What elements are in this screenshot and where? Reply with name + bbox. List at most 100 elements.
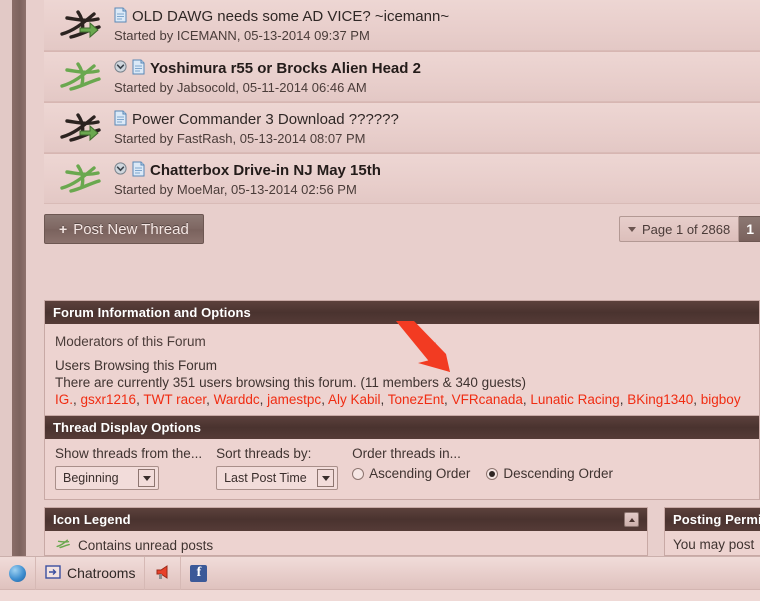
- browsing-user-link[interactable]: Aly Kabil: [328, 392, 381, 407]
- thread-page-icon: [132, 161, 145, 180]
- facebook-icon: f: [190, 564, 208, 582]
- taskbar: Chatrooms f: [0, 556, 760, 601]
- page-left-gutter: [0, 0, 12, 556]
- runner-unread-icon: [58, 164, 102, 194]
- thread-started-by: Started by ICEMANN, 05-13-2014 09:37 PM: [114, 28, 370, 43]
- page-left-border-stripe: [12, 0, 26, 556]
- descending-order-radio[interactable]: Descending Order: [486, 466, 613, 481]
- browsing-user-link[interactable]: jamestpc: [267, 392, 321, 407]
- taskbar-tray: [0, 590, 760, 601]
- thread-meta: Power Commander 3 Download ?????? Started…: [114, 108, 760, 146]
- thread-action-bar: + Post New Thread Page 1 of 2868 1: [44, 207, 760, 255]
- radio-indicator: [486, 467, 499, 480]
- browsing-user-link[interactable]: gsxr1216: [81, 392, 137, 407]
- legend-item-label: Contains unread posts: [78, 537, 214, 553]
- runner-read-icon: [58, 113, 102, 143]
- thread-list: OLD DAWG needs some AD VICE? ~icemann~ St…: [44, 0, 760, 204]
- thread-title-row: Chatterbox Drive-in NJ May 15th: [114, 159, 760, 181]
- posting-permissions-line: You may post: [673, 537, 755, 552]
- chevron-down-icon: [628, 226, 636, 232]
- forum-information-panel: Forum Information and Options Moderators…: [44, 300, 760, 420]
- page-jump-label: Page 1 of 2868: [642, 221, 731, 237]
- forum-information-header: Forum Information and Options: [45, 301, 759, 324]
- legend-item: Contains unread posts: [55, 537, 637, 553]
- thread-title-link[interactable]: OLD DAWG needs some AD VICE? ~icemann~: [132, 8, 449, 25]
- ascending-order-radio[interactable]: Ascending Order: [352, 466, 470, 481]
- taskbar-strip: Chatrooms f: [0, 556, 760, 590]
- thread-row[interactable]: OLD DAWG needs some AD VICE? ~icemann~ St…: [44, 0, 760, 51]
- users-browsing-label: Users Browsing this Forum: [55, 358, 218, 373]
- browsing-user-link[interactable]: IG.: [55, 392, 73, 407]
- page-jump-dropdown[interactable]: Page 1 of 2868: [619, 216, 740, 242]
- thread-title-link[interactable]: Power Commander 3 Download ??????: [132, 111, 399, 128]
- order-threads-radios: Ascending Order Descending Order: [352, 466, 613, 481]
- thread-dot-icon: [114, 60, 127, 76]
- post-new-thread-label: Post New Thread: [73, 220, 189, 238]
- descending-order-label: Descending Order: [503, 466, 613, 481]
- order-threads-group: Order threads in... Ascending Order Desc…: [352, 446, 613, 481]
- icon-legend-body: Contains unread posts: [45, 531, 647, 555]
- thread-meta: OLD DAWG needs some AD VICE? ~icemann~ St…: [114, 5, 760, 43]
- megaphone-icon: [154, 564, 171, 583]
- forum-information-title: Forum Information and Options: [53, 305, 251, 320]
- thread-started-by: Started by FastRash, 05-13-2014 08:07 PM: [114, 131, 366, 146]
- browser-globe-button[interactable]: [0, 556, 36, 590]
- thread-meta: Chatterbox Drive-in NJ May 15th Started b…: [114, 159, 760, 197]
- thread-started-by: Started by MoeMar, 05-13-2014 02:56 PM: [114, 182, 357, 197]
- collapse-icon-legend-button[interactable]: [624, 512, 639, 527]
- browsing-user-link[interactable]: BKing1340: [627, 392, 693, 407]
- thread-row[interactable]: Power Commander 3 Download ?????? Started…: [44, 102, 760, 153]
- sort-threads-value: Last Post Time: [224, 471, 307, 485]
- browsing-user-link[interactable]: Warddc: [214, 392, 260, 407]
- browsing-users-list: IG., gsxr1216, TWT racer, Warddc, jamest…: [55, 392, 741, 407]
- sort-threads-select[interactable]: Last Post Time: [216, 466, 339, 490]
- thread-display-options-body: Show threads from the... Beginning Sort …: [45, 439, 759, 499]
- runner-unread-icon: [55, 537, 71, 553]
- browsing-user-link[interactable]: TonezEnt: [388, 392, 444, 407]
- icon-legend-panel: Icon Legend Contains unread posts: [44, 507, 648, 556]
- show-threads-label: Show threads from the...: [55, 446, 203, 461]
- chatrooms-button[interactable]: Chatrooms: [36, 556, 146, 590]
- chatrooms-label: Chatrooms: [67, 565, 136, 581]
- thread-page-icon: [132, 59, 145, 78]
- chevron-down-icon: [138, 469, 155, 487]
- megaphone-button[interactable]: [145, 556, 182, 590]
- icon-legend-header: Icon Legend: [45, 508, 647, 531]
- thread-page-icon: [114, 7, 127, 26]
- thread-meta: Yoshimura r55 or Brocks Alien Head 2 Star…: [114, 57, 760, 95]
- show-threads-group: Show threads from the... Beginning: [55, 446, 202, 490]
- page-number-button[interactable]: 1: [739, 216, 760, 242]
- thread-row[interactable]: Chatterbox Drive-in NJ May 15th Started b…: [44, 153, 760, 204]
- ascending-order-label: Ascending Order: [369, 466, 471, 481]
- forum-information-body: Moderators of this Forum Users Browsing …: [45, 324, 759, 419]
- thread-title-row: Power Commander 3 Download ??????: [114, 108, 760, 130]
- browsing-user-link[interactable]: Lunatic Racing: [530, 392, 619, 407]
- show-threads-value: Beginning: [63, 471, 119, 485]
- facebook-button[interactable]: f: [181, 557, 216, 590]
- browser-globe-icon: [9, 564, 26, 582]
- browsing-user-link[interactable]: VFRcanada: [452, 392, 523, 407]
- posting-permissions-title: Posting Permi: [673, 512, 760, 527]
- thread-row[interactable]: Yoshimura r55 or Brocks Alien Head 2 Star…: [44, 51, 760, 102]
- thread-page-icon: [114, 110, 127, 129]
- thread-started-by: Started by Jabsocold, 05-11-2014 06:46 A…: [114, 80, 367, 95]
- browsing-user-link[interactable]: bigboy: [701, 392, 741, 407]
- sort-threads-group: Sort threads by: Last Post Time: [216, 446, 339, 490]
- pagination-controls: Page 1 of 2868 1: [619, 216, 760, 242]
- post-new-thread-button[interactable]: + Post New Thread: [44, 214, 204, 244]
- posting-permissions-header: Posting Permi: [665, 508, 760, 531]
- users-browsing-count: There are currently 351 users browsing t…: [55, 375, 526, 390]
- posting-permissions-body: You may post: [665, 531, 760, 555]
- show-threads-select[interactable]: Beginning: [55, 466, 159, 490]
- thread-title-link[interactable]: Chatterbox Drive-in NJ May 15th: [150, 162, 381, 179]
- runner-unread-icon: [58, 62, 102, 92]
- posting-permissions-panel: Posting Permi You may post: [664, 507, 760, 556]
- chevron-up-icon: [628, 517, 635, 522]
- browsing-user-link[interactable]: TWT racer: [143, 392, 206, 407]
- thread-display-options-header: Thread Display Options: [45, 416, 759, 439]
- moderators-label: Moderators of this Forum: [55, 334, 206, 349]
- plus-icon: +: [59, 221, 68, 237]
- thread-display-options-panel: Thread Display Options Show threads from…: [44, 415, 760, 500]
- thread-title-link[interactable]: Yoshimura r55 or Brocks Alien Head 2: [150, 60, 421, 77]
- order-threads-label: Order threads in...: [352, 446, 461, 461]
